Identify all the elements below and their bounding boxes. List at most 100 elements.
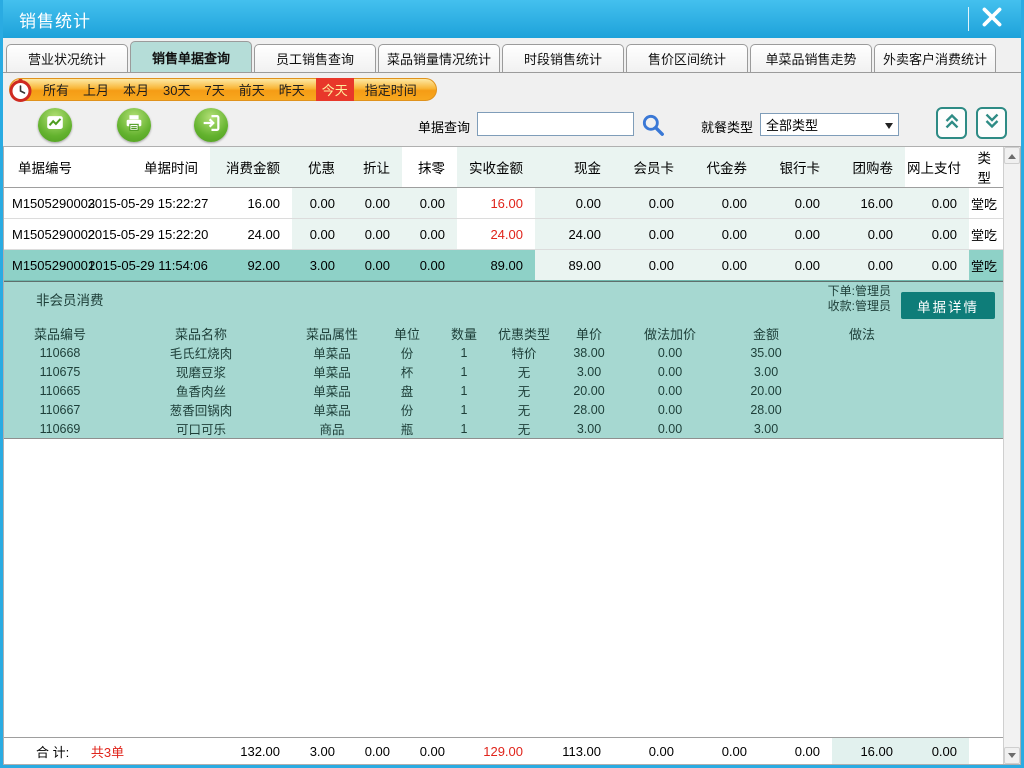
cell-bank-card: 0.00 [759, 188, 832, 219]
orders-column-header: 实收金额 [457, 147, 535, 188]
tab[interactable]: 外卖客户消费统计 [874, 44, 996, 72]
summary-online-pay: 0.00 [905, 738, 969, 765]
clock-icon [8, 78, 33, 103]
order-detail-button[interactable]: 单据详情 [901, 292, 995, 319]
cell-online-pay: 0.00 [905, 188, 969, 219]
time-filter-button[interactable]: 前天 [239, 80, 265, 99]
time-filter-button[interactable]: 昨天 [279, 80, 305, 99]
cell-discount: 3.00 [292, 250, 347, 281]
items-column-header: 单位 [378, 324, 436, 343]
cell-item-price: 28.00 [556, 400, 622, 419]
cell-cash: 24.00 [535, 219, 613, 250]
orders-column-header: 网上支付 [905, 147, 969, 188]
time-filter-label: 上月 [83, 83, 109, 98]
cell-item-attr: 商品 [286, 419, 378, 438]
page-up-button[interactable] [936, 107, 967, 139]
page-down-button[interactable] [976, 107, 1007, 139]
triangle-up-icon [1008, 150, 1016, 159]
time-filter-button[interactable]: 所有 [43, 80, 69, 99]
tab-label: 时段销售统计 [524, 49, 602, 68]
tab-label: 外卖客户消费统计 [883, 49, 987, 68]
search-button[interactable] [640, 112, 666, 138]
items-column-header: 单价 [556, 324, 622, 343]
items-body: 110668 毛氏红烧肉 单菜品 份 1 特价 38.00 0.00 35.00 [4, 343, 1003, 438]
cell-item-qty: 1 [436, 381, 492, 400]
summary-bank-card: 0.00 [759, 738, 832, 765]
orders-header-row: 单据编号单据时间消费金额优惠折让抹零实收金额现金会员卡代金券银行卡团购卷网上支付… [4, 147, 1003, 188]
cell-item-extra: 0.00 [622, 400, 718, 419]
titlebar: 销售统计 [3, 0, 1021, 38]
cell-item-name: 葱香回锅肉 [116, 400, 286, 419]
cell-item-promo: 特价 [492, 343, 556, 362]
order-detail-panel: 非会员消费 下单:管理员 收款:管理员 单据详情 菜品编号菜品名 [4, 281, 1003, 439]
cell-order-time: 2015-05-29 15:22:27 [86, 188, 210, 219]
order-row[interactable]: M1505290002 2015-05-29 15:22:20 24.00 0.… [4, 219, 1003, 250]
cell-cash: 89.00 [535, 250, 613, 281]
cell-item-qty: 1 [436, 419, 492, 438]
chart-button[interactable] [38, 108, 72, 142]
cell-rounding: 0.00 [402, 250, 457, 281]
cell-voucher: 0.00 [686, 250, 759, 281]
order-row[interactable]: M1505290003 2015-05-29 15:22:27 16.00 0.… [4, 188, 1003, 219]
vertical-scrollbar[interactable] [1003, 147, 1020, 764]
tab[interactable]: 售价区间统计 [626, 44, 748, 72]
double-chevron-up-icon [941, 110, 963, 137]
time-filter-button[interactable]: 上月 [83, 80, 109, 99]
cell-item-qty: 1 [436, 400, 492, 419]
orders-column-header: 抹零 [402, 147, 457, 188]
staff-info: 下单:管理员 收款:管理员 [828, 284, 891, 314]
cell-item-attr: 单菜品 [286, 343, 378, 362]
time-filter-button[interactable]: 今天 [316, 78, 354, 101]
cell-item-unit: 份 [378, 343, 436, 362]
cell-order-time: 2015-05-29 11:54:06 [86, 250, 210, 281]
cell-item-price: 38.00 [556, 343, 622, 362]
cell-item-extra: 0.00 [622, 419, 718, 438]
items-column-header: 数量 [436, 324, 492, 343]
orders-column-header: 优惠 [292, 147, 347, 188]
time-filter-button[interactable]: 30天 [163, 80, 190, 99]
tab[interactable]: 营业状况统计 [6, 44, 128, 72]
scroll-up-button[interactable] [1004, 147, 1020, 164]
summary-label-cell: 合 计: 共3单 [4, 738, 210, 765]
order-row[interactable]: M1505290001 2015-05-29 11:54:06 92.00 3.… [4, 250, 1003, 281]
tab-label: 销售单据查询 [152, 48, 230, 67]
cell-amount: 24.00 [210, 219, 292, 250]
summary-groupon: 16.00 [832, 738, 905, 765]
time-filter-button[interactable]: 7天 [205, 80, 225, 99]
tab[interactable]: 销售单据查询 [130, 41, 252, 72]
tab-bar: 营业状况统计 销售单据查询 员工销售查询 菜品销量情况统计 时段销售统计 售价区… [3, 38, 1021, 73]
titlebar-divider [968, 7, 969, 31]
time-filter-label: 7天 [205, 83, 225, 98]
tab-label: 售价区间统计 [648, 49, 726, 68]
cell-item-code: 110668 [4, 343, 116, 362]
cell-bank-card: 0.00 [759, 250, 832, 281]
tab[interactable]: 时段销售统计 [502, 44, 624, 72]
scroll-down-button[interactable] [1004, 747, 1020, 764]
time-filter-button[interactable]: 本月 [123, 80, 149, 99]
summary-type-cell [969, 738, 1003, 765]
time-filter-button[interactable]: 指定时间 [365, 80, 417, 99]
cell-item-extra: 0.00 [622, 381, 718, 400]
tab[interactable]: 单菜品销售走势 [750, 44, 872, 72]
close-button[interactable] [975, 5, 1009, 33]
items-column-header: 菜品编号 [4, 324, 116, 343]
time-filter-row: 所有 上月 本月 30天 7天 前天 昨天 今天 指定时间 [3, 73, 1021, 105]
cell-item-attr: 单菜品 [286, 362, 378, 381]
cell-item-price: 3.00 [556, 419, 622, 438]
cell-order-id: M1505290001 [4, 250, 86, 281]
items-column-header: 优惠类型 [492, 324, 556, 343]
cell-item-attr: 单菜品 [286, 400, 378, 419]
print-button[interactable] [117, 108, 151, 142]
tab[interactable]: 菜品销量情况统计 [378, 44, 500, 72]
orders-column-header: 单据时间 [86, 147, 210, 188]
summary-row: 合 计: 共3单 132.00 3.00 0.00 0.00 129.00 11… [4, 737, 1003, 764]
meal-type-select[interactable]: 全部类型 [760, 113, 899, 136]
cell-item-unit: 份 [378, 400, 436, 419]
tab[interactable]: 员工销售查询 [254, 44, 376, 72]
cell-item-extra: 0.00 [622, 362, 718, 381]
tab-label: 菜品销量情况统计 [387, 49, 491, 68]
export-button[interactable] [194, 108, 228, 142]
empty-area [4, 439, 1003, 737]
search-input[interactable] [477, 112, 634, 136]
cell-rounding: 0.00 [402, 188, 457, 219]
